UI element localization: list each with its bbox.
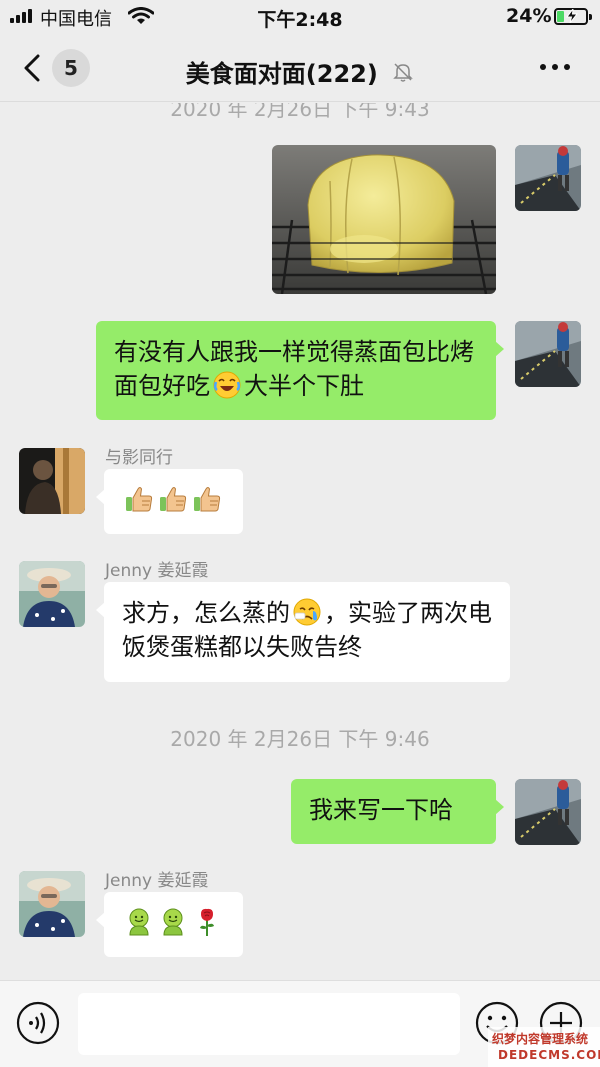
timestamp-divider: 2020 年 2月26日 下午 9:46 [170, 727, 430, 751]
status-bar: 中国电信 下午2:48 24% [0, 0, 600, 34]
more-options-icon[interactable] [538, 64, 572, 72]
sender-name: 与影同行 [105, 448, 173, 468]
message-text: 求方，怎么蒸的 [122, 599, 290, 627]
mute-bell-icon [393, 62, 414, 82]
chat-title: 美食面对面(222) [0, 54, 600, 89]
crying-icon [292, 597, 322, 627]
my-avatar[interactable] [515, 145, 581, 211]
message-input[interactable] [78, 993, 460, 1055]
battery-percent: 24% [506, 5, 552, 27]
sender-name: Jenny 姜延霞 [105, 871, 209, 891]
my-avatar[interactable] [515, 321, 581, 387]
watermark-logo: 织梦内容管理系统 DEDECMS.COM [488, 1027, 600, 1067]
message-bubble-incoming[interactable] [96, 469, 243, 534]
rose-icon [192, 907, 222, 937]
voice-input-icon[interactable] [16, 1001, 60, 1045]
thumbs-up-sticker-icon [158, 907, 188, 937]
thumbs-up-icon [192, 484, 222, 514]
steamed-bread-photo[interactable] [272, 145, 496, 294]
battery-fill [557, 11, 564, 22]
thumbs-up-icon [124, 484, 154, 514]
contact-avatar[interactable] [19, 561, 85, 627]
watermark-line1: 织梦内容管理系统 [492, 1032, 589, 1046]
timestamp-divider: 2020 年 2月26日 下午 9:43 [170, 103, 430, 121]
message-bubble-outgoing[interactable]: 有没有人跟我一样觉得蒸面包比烤面包好吃 大半个下肚 [96, 321, 504, 420]
chat-area[interactable]: 2020 年 2月26日 下午 9:43 有没有人跟我一样觉得蒸面包比烤面包好吃… [0, 103, 600, 980]
message-bubble-incoming[interactable] [96, 892, 243, 957]
message-bubble-incoming[interactable]: 求方，怎么蒸的 ，实验了两次电饭煲蛋糕都以失败告终 [96, 582, 510, 682]
my-avatar[interactable] [515, 779, 581, 845]
sender-name: Jenny 姜延霞 [105, 561, 209, 581]
chat-title-text: 美食面对面(222) [185, 60, 378, 88]
message-text-tail: 大半个下肚 [244, 372, 364, 400]
contact-avatar[interactable] [19, 871, 85, 937]
charging-bolt-icon [566, 9, 579, 23]
thumbs-up-icon [158, 484, 188, 514]
message-text: 我来写一下哈 [309, 796, 453, 824]
battery-icon [554, 8, 592, 25]
nav-bar: 5 美食面对面(222) [0, 34, 600, 102]
thumbs-up-sticker-icon [124, 907, 154, 937]
watermark-line2: DEDECMS.COM [498, 1048, 600, 1062]
tears-of-joy-icon [212, 370, 242, 400]
message-bubble-outgoing[interactable]: 我来写一下哈 [291, 779, 504, 844]
contact-avatar[interactable] [19, 448, 85, 514]
